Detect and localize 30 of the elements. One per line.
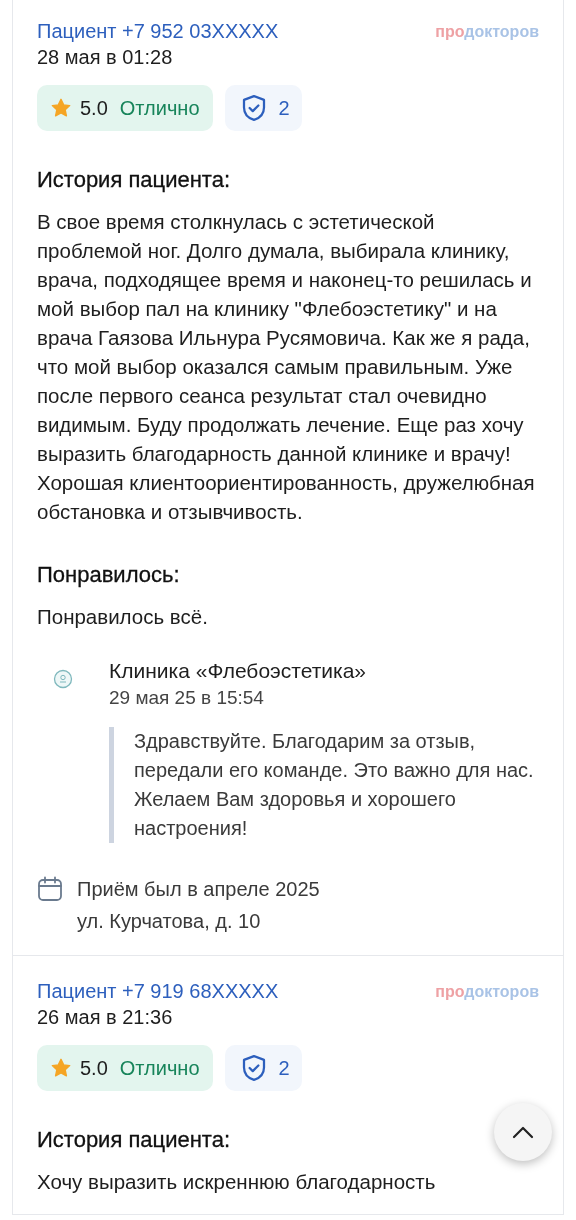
section-heading: История пациента: bbox=[37, 167, 231, 193]
source-logo: продокторов bbox=[435, 22, 539, 41]
verified-badge[interactable]: 2 bbox=[224, 85, 302, 131]
verified-count: 2 bbox=[278, 96, 290, 120]
rating-score: 5.0 bbox=[80, 96, 108, 120]
patient-link[interactable]: Пациент +7 952 03XXXXX bbox=[37, 20, 279, 43]
review-text: Хочу выразить искреннюю благодарность bbox=[37, 1169, 437, 1195]
clinic-address: ул. Курчатова, д. 10 bbox=[77, 909, 262, 934]
visit-date: Приём был в апреле 2025 bbox=[77, 877, 320, 902]
rating-label: Отлично bbox=[119, 1056, 200, 1080]
calendar-icon bbox=[37, 876, 63, 902]
source-logo: продокторов bbox=[435, 982, 539, 1001]
verified-count: 2 bbox=[278, 1056, 290, 1080]
rating-label: Отлично bbox=[119, 96, 200, 120]
review-date: 26 мая в 21:36 bbox=[37, 1006, 174, 1029]
section-heading: Понравилось: bbox=[37, 562, 180, 588]
reply-text: Здравствуйте. Благодарим за отзыв, передали его команде. Это важно для нас. Желаем Вам здоровья и хорошего настроения! bbox=[109, 727, 539, 843]
rating-score: 5.0 bbox=[80, 1056, 108, 1080]
clinic-name: Клиника «Флебоэстетика» bbox=[109, 659, 366, 683]
star-icon bbox=[50, 1057, 72, 1079]
review-text: В свое время столкнулась с эстетической проблемой ног. Долго думала, выбирала клинику, врача, подходящее время и наконец-то решилась и мой выбор пал на клинику "Флебоэстетику" и на врача Гаязова Ильнура Русямовича. Как же я рада, что мой выбор оказался самым правильным. Уже после первого сеанса результат стал очевидно видимым. Буду продолжать лечение. Еще раз хочу выразить благодарность данной клинике и врачу! Хорошая клиентоориентированность, дружелюбная обстановка и отзывчивость. bbox=[37, 209, 536, 525]
clinic-logo-icon bbox=[53, 669, 73, 689]
review-date: 28 мая в 01:28 bbox=[37, 46, 174, 69]
review-text: Понравилось всё. bbox=[37, 604, 209, 630]
star-icon bbox=[50, 97, 72, 119]
patient-link[interactable]: Пациент +7 919 68XXXXX bbox=[37, 980, 279, 1003]
reply-date: 29 мая 25 в 15:54 bbox=[109, 687, 265, 709]
section-heading: История пациента: bbox=[37, 1127, 231, 1153]
verified-badge[interactable]: 2 bbox=[224, 1045, 302, 1091]
scroll-to-top-button[interactable] bbox=[494, 1103, 552, 1161]
